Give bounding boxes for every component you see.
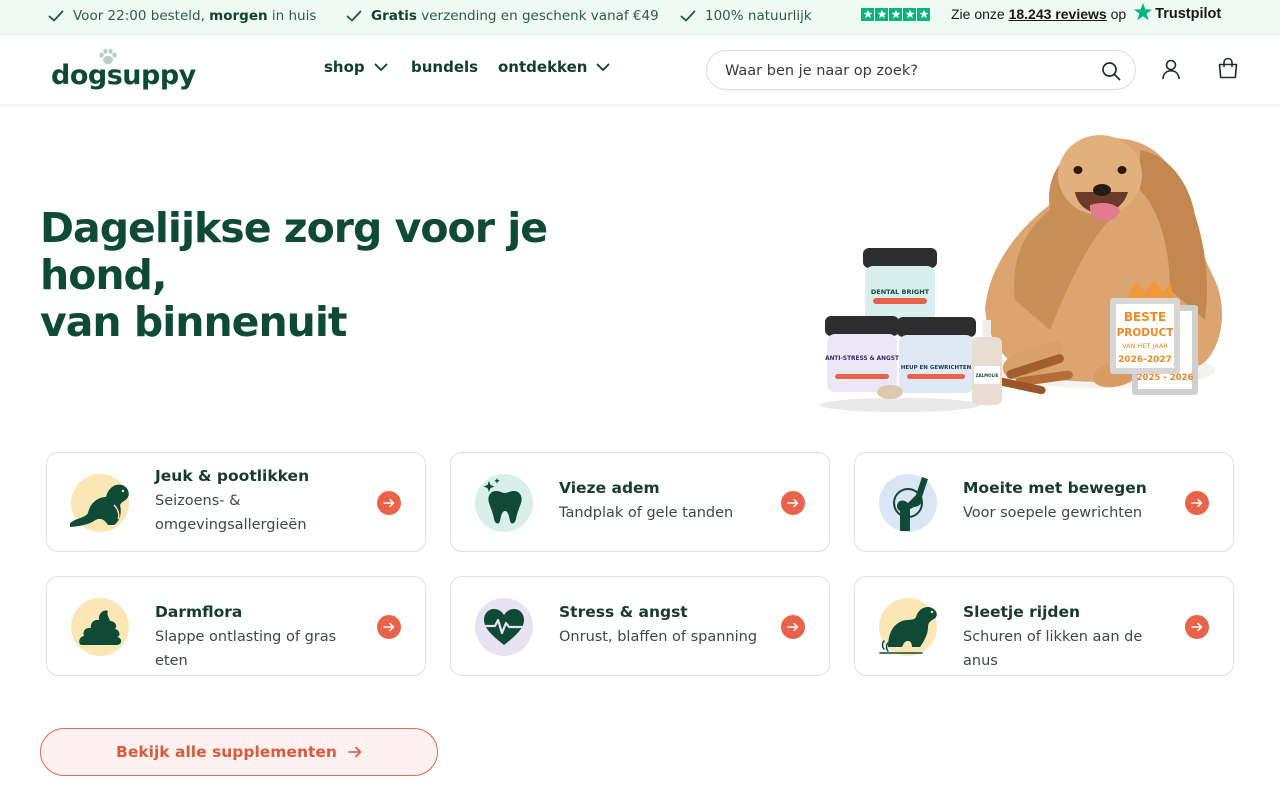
hero-title-line: van binnenuit [40,298,347,346]
product-jar: ANTI-STRESS & ANGST [825,316,899,392]
nav-label: ontdekken [498,58,588,76]
poop-icon [71,598,129,656]
arrow-right-icon[interactable] [1185,491,1209,515]
arrow-right-icon[interactable] [781,491,805,515]
usp-text: Gratis verzending en geschenk vanaf €49 [371,8,659,24]
star-icon [861,7,874,21]
chevron-down-icon [374,63,388,71]
usp-text: 100% natuurlijk [705,8,812,24]
product-jar: HEUP EN GEWRICHTEN [897,317,976,393]
hero-title: Dagelijkse zorg voor je hond, van binnen… [40,205,680,346]
check-icon [48,10,64,22]
usp-item-natural: 100% natuurlijk [680,8,812,24]
trustpilot-stars [861,7,930,21]
trustpilot-widget[interactable]: Zie onze 18.243 reviews op Trustpilot [861,3,1221,22]
svg-text:DENTAL BRIGHT: DENTAL BRIGHT [871,288,930,296]
star-icon [903,7,916,21]
hero-image: DENTAL BRIGHT ANTI-STRESS & ANGST HEUP E… [820,135,1223,412]
check-icon [680,10,696,22]
arrow-right-icon[interactable] [377,491,401,515]
usp-item-shipping: Gratis verzending en geschenk vanaf €49 [346,8,659,24]
nav-shop[interactable]: shop [324,58,388,76]
dogsuppy-logo[interactable]: dogsuppy [51,48,196,94]
svg-text:2025 - 2026: 2025 - 2026 [1137,373,1194,383]
search-icon[interactable] [1101,61,1121,81]
category-card-bad-breath[interactable]: Vieze adem Tandplak of gele tanden [450,452,830,552]
cta-label: Bekijk alle supplementen [116,743,337,761]
usp-item-delivery: Voor 22:00 besteld, morgen in huis [48,8,316,24]
hero-title-line: Dagelijkse zorg voor je hond, [40,204,548,299]
trustpilot-reviews-link[interactable]: 18.243 reviews [1009,6,1107,22]
shopping-bag-icon[interactable] [1216,56,1240,80]
arrow-right-icon[interactable] [1185,615,1209,639]
card-subtitle: Schuren of likken aan de anus [963,629,1143,669]
svg-text:PRODUCT: PRODUCT [1117,327,1175,339]
site-header: dogsuppy shop bundels ontdekken [0,36,1280,104]
category-card-mobility[interactable]: Moeite met bewegen Voor soepele gewricht… [854,452,1234,552]
card-subtitle: Tandplak of gele tanden [559,505,734,521]
svg-text:VAN HET JAAR: VAN HET JAAR [1122,342,1168,350]
category-card-scooting[interactable]: Sleetje rijden Schuren of likken aan de … [854,576,1234,676]
trustpilot-star-icon [1134,3,1153,21]
arrow-right-icon[interactable] [781,615,805,639]
scratching-dog-icon [70,474,129,532]
check-icon [346,10,362,22]
card-title: Vieze adem [559,479,660,497]
scooting-dog-icon [879,598,937,656]
card-title: Darmflora [155,603,243,621]
star-icon [889,7,902,21]
chevron-down-icon [597,63,610,71]
svg-text:ANTI-STRESS & ANGST: ANTI-STRESS & ANGST [825,356,899,362]
usp-text: Voor 22:00 besteld, morgen in huis [73,8,317,24]
card-title: Jeuk & pootlikken [155,467,310,485]
nav-bundels[interactable]: bundels [411,58,478,76]
view-all-supplements-button[interactable]: Bekijk alle supplementen [40,728,438,776]
usp-bar: Voor 22:00 besteld, morgen in huis Grati… [0,0,1280,35]
card-title: Stress & angst [559,603,688,621]
search-bar[interactable] [706,50,1136,90]
svg-text:BESTE: BESTE [1124,310,1166,324]
category-card-stress[interactable]: Stress & angst Onrust, blaffen of spanni… [450,576,830,676]
joint-icon [879,474,937,532]
card-subtitle: Slappe ontlasting of gras eten [155,629,337,669]
tooth-icon [475,474,533,532]
category-card-itching[interactable]: Jeuk & pootlikken Seizoens- & omgevingsa… [46,452,426,552]
card-subtitle: Voor soepele gewrichten [963,505,1143,521]
star-icon [917,7,930,21]
svg-text:ZALMOLIE: ZALMOLIE [976,373,999,378]
svg-text:2026-2027: 2026-2027 [1118,355,1172,365]
card-subtitle: Onrust, blaffen of spanning [559,629,758,645]
svg-text:HEUP EN GEWRICHTEN: HEUP EN GEWRICHTEN [901,365,972,371]
trustpilot-text: Zie onze 18.243 reviews op [951,6,1127,22]
heartbeat-icon [475,598,533,656]
trustpilot-logo: Trustpilot [1133,3,1221,22]
card-subtitle: Seizoens- & omgevingsallergieën [155,493,307,533]
card-title: Sleetje rijden [963,603,1081,621]
logo-text: dogsuppy [51,60,196,91]
star-icon [875,7,888,21]
nav-label: shop [324,58,365,76]
search-input[interactable] [725,60,1085,82]
nav-ontdekken[interactable]: ontdekken [498,58,610,76]
category-card-gut-flora[interactable]: Darmflora Slappe ontlasting of gras eten [46,576,426,676]
account-icon[interactable] [1160,58,1182,80]
arrow-right-icon[interactable] [377,615,401,639]
card-title: Moeite met bewegen [963,479,1147,497]
product-jar: DENTAL BRIGHT [863,248,937,322]
nav-label: bundels [411,58,479,76]
arrow-right-icon [348,746,362,758]
